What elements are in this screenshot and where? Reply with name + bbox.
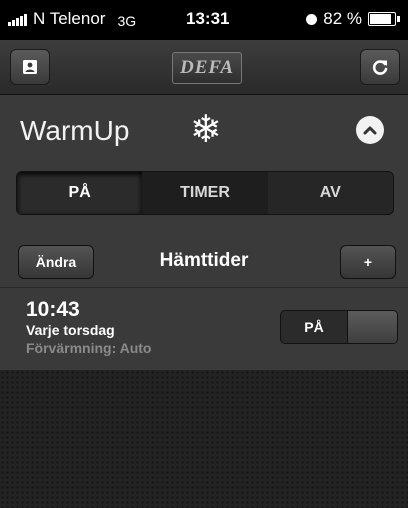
mode-option-off[interactable]: AV	[267, 172, 393, 214]
status-bar: N Telenor 3G 13:31 82 %	[0, 0, 408, 40]
add-button[interactable]: +	[340, 245, 396, 279]
status-right: 82 %	[306, 9, 400, 29]
nav-bar: DEFA	[0, 40, 408, 95]
mode-option-timer[interactable]: TIMER	[142, 172, 268, 214]
defa-logo: DEFA	[172, 52, 242, 84]
schedule-repeat: Varje torsdag	[26, 322, 115, 338]
contacts-button[interactable]	[10, 49, 50, 85]
chevron-up-icon	[363, 126, 377, 135]
schedule-time: 10:43	[26, 298, 80, 321]
network-type: 3G	[117, 13, 137, 29]
divider	[0, 287, 408, 288]
battery-icon	[368, 12, 400, 26]
schedule-toggle[interactable]: PÅ	[280, 310, 398, 344]
alarm-clock-icon	[306, 13, 318, 25]
contact-card-icon	[23, 60, 37, 74]
warmup-panel: WarmUp ❄ PÅ TIMER AV Ändra Hämttider + 1…	[0, 95, 408, 370]
battery-percent: 82 %	[323, 9, 362, 28]
signal-strength-icon	[8, 14, 27, 26]
carrier-info: N Telenor 3G	[8, 9, 136, 29]
background-texture	[0, 370, 408, 508]
schedule-preheat: Förvärmning: Auto	[26, 340, 152, 356]
toggle-label: PÅ	[281, 311, 347, 343]
mode-segmented-control: PÅ TIMER AV	[16, 171, 394, 215]
status-time: 13:31	[186, 9, 230, 28]
refresh-icon	[372, 60, 388, 75]
collapse-button[interactable]	[356, 116, 384, 144]
refresh-button[interactable]	[360, 49, 400, 85]
panel-title: WarmUp	[20, 115, 130, 146]
snowflake-icon: ❄	[190, 109, 222, 151]
carrier-name: N Telenor	[33, 9, 106, 28]
toggle-knob	[347, 311, 397, 343]
mode-option-on[interactable]: PÅ	[17, 172, 143, 214]
